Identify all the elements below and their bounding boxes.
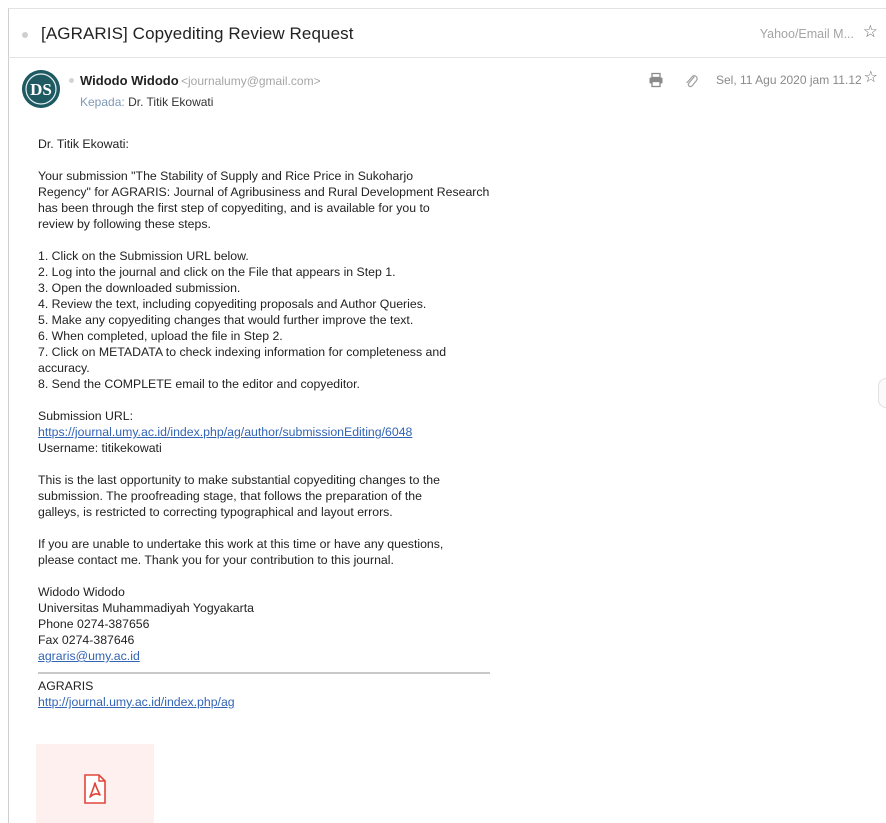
attachment-thumbnail[interactable] — [36, 744, 154, 823]
username-line: Username: titikekowati — [38, 441, 162, 455]
unread-dot-icon — [22, 32, 28, 38]
signature-name: Widodo Widodo — [38, 585, 125, 599]
submission-url-label: Submission URL: — [38, 409, 133, 423]
step-line: 7. Click on METADATA to check indexing i… — [38, 345, 447, 359]
submission-url-link[interactable]: https://journal.umy.ac.id/index.php/ag/a… — [38, 425, 412, 439]
journal-url-link[interactable]: http://journal.umy.ac.id/index.php/ag — [38, 695, 235, 709]
pdf-icon — [83, 774, 107, 809]
subject-bar: [AGRARIS] Copyediting Review Request Yah… — [8, 14, 886, 58]
folder-label[interactable]: Yahoo/Email M... — [760, 27, 854, 41]
contact-line: please contact me. Thank you for your co… — [38, 553, 394, 567]
scroll-handle[interactable] — [878, 378, 886, 408]
step-line: accuracy. — [38, 361, 90, 375]
signature-phone: Phone 0274-387656 — [38, 617, 150, 631]
status-dot-icon — [69, 78, 74, 83]
intro-line: review by following these steps. — [38, 217, 211, 231]
message-date: Sel, 11 Agu 2020 jam 11.12 — [716, 73, 862, 87]
step-line: 8. Send the COMPLETE email to the editor… — [38, 377, 360, 391]
journal-name: AGRARIS — [38, 679, 94, 693]
message-star-icon[interactable]: ☆ — [864, 70, 878, 86]
step-line: 5. Make any copyediting changes that wou… — [38, 313, 414, 327]
step-line: 3. Open the downloaded submission. — [38, 281, 241, 295]
paperclip-icon[interactable] — [684, 73, 698, 92]
star-icon[interactable]: ☆ — [863, 23, 878, 40]
step-line: 4. Review the text, including copyeditin… — [38, 297, 427, 311]
recipient-label: Kepada: — [80, 95, 125, 109]
notice-line: This is the last opportunity to make sub… — [38, 473, 440, 487]
sender-avatar: DS — [22, 70, 60, 108]
contact-line: If you are unable to undertake this work… — [38, 537, 444, 551]
avatar-initials: DS — [30, 80, 52, 99]
message-body: Dr. Titik Ekowati: Your submission "The … — [38, 136, 518, 710]
sender-name[interactable]: Widodo Widodo — [80, 73, 179, 88]
recipient-line: Kepada: Dr. Titik Ekowati — [80, 95, 213, 109]
signature-email-link[interactable]: agraris@umy.ac.id — [38, 649, 140, 663]
step-line: 1. Click on the Submission URL below. — [38, 249, 249, 263]
intro-line: Regency" for AGRARIS: Journal of Agribus… — [38, 185, 490, 199]
recipient-name[interactable]: Dr. Titik Ekowati — [128, 95, 213, 109]
print-icon[interactable] — [648, 72, 664, 93]
notice-line: galleys, is restricted to correcting typ… — [38, 505, 393, 519]
signature-fax: Fax 0274-387646 — [38, 633, 135, 647]
notice-line: submission. The proofreading stage, that… — [38, 489, 422, 503]
step-line: 2. Log into the journal and click on the… — [38, 265, 396, 279]
signature-university: Universitas Muhammadiyah Yogyakarta — [38, 601, 254, 615]
signature-divider — [38, 672, 490, 674]
intro-line: has been through the first step of copye… — [38, 201, 430, 215]
sender-email[interactable]: <journalumy@gmail.com> — [181, 74, 321, 88]
email-subject: [AGRARIS] Copyediting Review Request — [41, 24, 354, 43]
message-header: DS Widodo Widodo <journalumy@gmail.com> … — [8, 62, 886, 122]
step-line: 6. When completed, upload the file in St… — [38, 329, 283, 343]
greeting: Dr. Titik Ekowati: — [38, 137, 129, 151]
intro-line: Your submission "The Stability of Supply… — [38, 169, 414, 183]
